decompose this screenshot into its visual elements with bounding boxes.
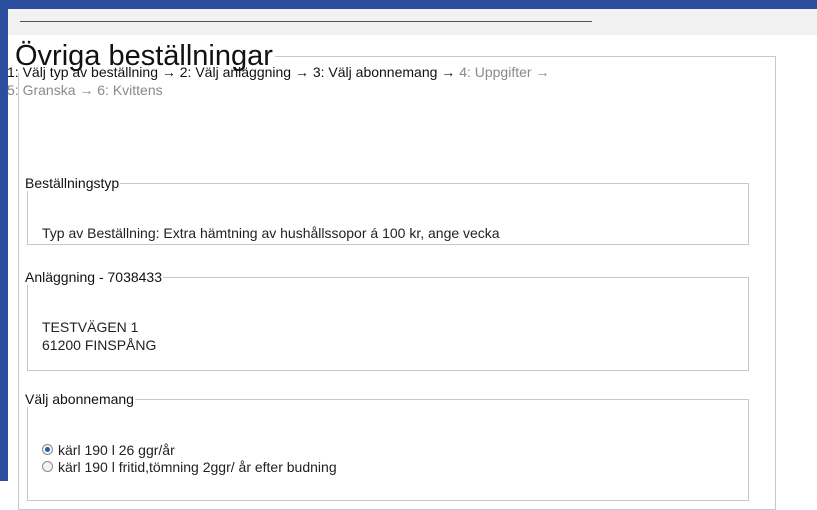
subscription-option-2-label: kärl 190 l fritid,tömning 2ggr/ år efter…	[58, 458, 337, 475]
address-line-2: 61200 FINSPÅNG	[42, 337, 157, 353]
radio-selected-icon[interactable]	[42, 444, 53, 455]
header-divider	[20, 21, 592, 22]
step-2: 2: Välj anläggning →	[179, 64, 309, 80]
window-frame-top	[0, 0, 817, 9]
step-1: 1: Välj typ av beställning →	[7, 64, 176, 80]
step-5: 5: Granska →	[7, 82, 94, 98]
step-6: 6: Kvittens	[97, 82, 163, 98]
step-3: 3: Välj abonnemang →	[312, 64, 456, 80]
step-4: 4: Uppgifter →	[459, 64, 550, 80]
facility-legend: Anläggning - 7038433	[25, 269, 163, 285]
subscription-option-1-label: kärl 190 l 26 ggr/år	[58, 441, 175, 458]
subscription-section: Välj abonnemang kärl 190 l 26 ggr/år kär…	[25, 391, 749, 501]
order-type-section: Beställningstyp Typ av Beställning: Extr…	[25, 175, 749, 245]
subscription-option-2[interactable]: kärl 190 l fritid,tömning 2ggr/ år efter…	[42, 458, 337, 475]
subscription-legend: Välj abonnemang	[25, 391, 134, 407]
progress-steps: 1: Välj typ av beställning → 2: Välj anl…	[7, 63, 727, 99]
top-bar	[8, 9, 817, 35]
subscription-options: kärl 190 l 26 ggr/år kärl 190 l fritid,t…	[42, 441, 337, 475]
order-type-text: Typ av Beställning: Extra hämtning av hu…	[42, 225, 500, 241]
address-line-1: TESTVÄGEN 1	[42, 319, 139, 335]
subscription-option-1[interactable]: kärl 190 l 26 ggr/år	[42, 441, 337, 458]
radio-unselected-icon[interactable]	[42, 461, 53, 472]
order-type-legend: Beställningstyp	[25, 175, 120, 191]
facility-address: TESTVÄGEN 1 61200 FINSPÅNG	[42, 318, 156, 354]
facility-section: Anläggning - 7038433 TESTVÄGEN 1 61200 F…	[25, 269, 749, 371]
